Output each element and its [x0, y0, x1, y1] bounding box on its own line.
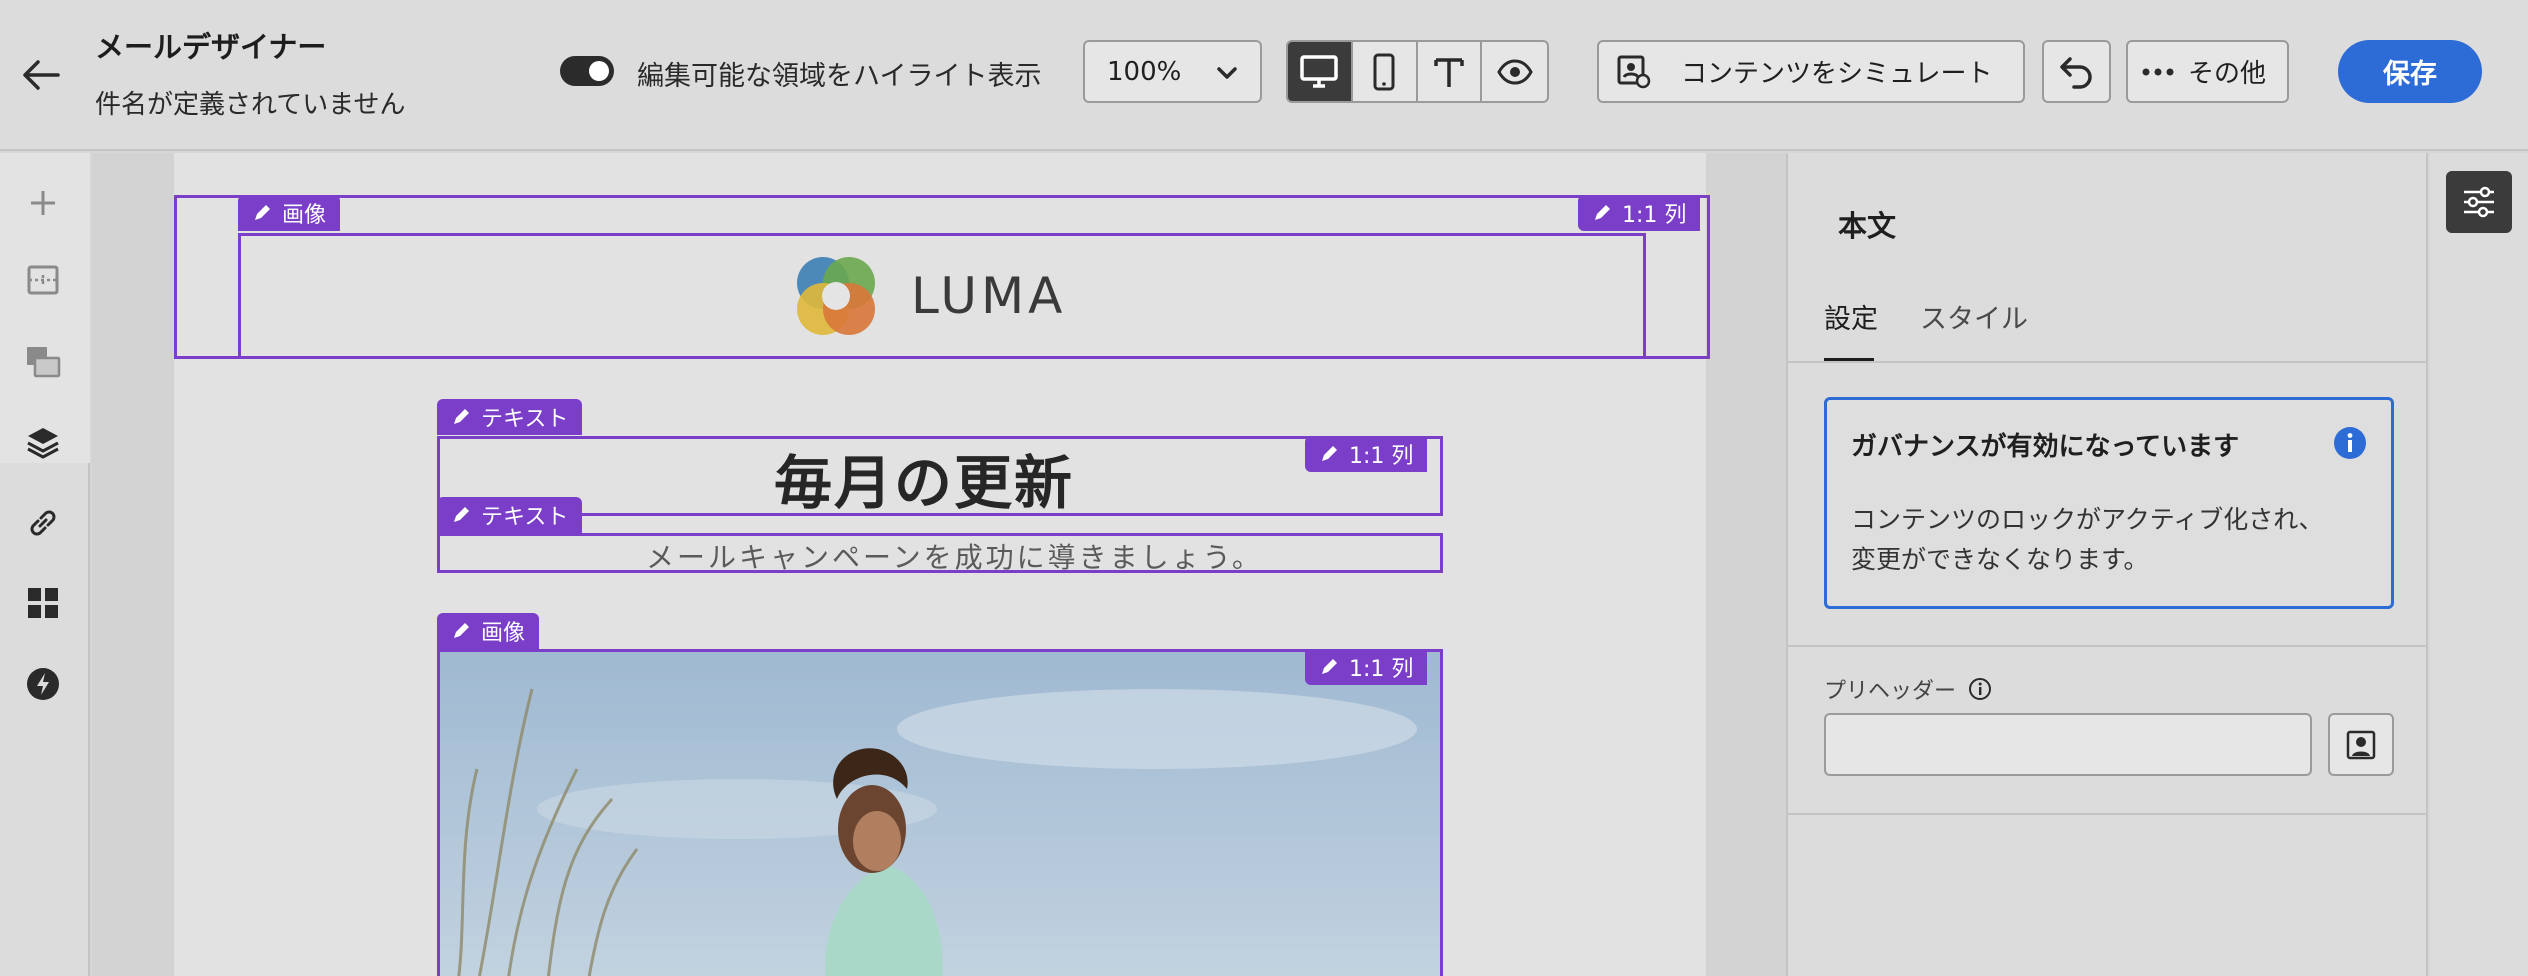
pencil-icon: [454, 507, 469, 522]
desktop-icon: [1300, 54, 1339, 88]
desktop-view-button[interactable]: [1288, 42, 1353, 101]
text-tag[interactable]: テキスト: [437, 497, 583, 533]
pencil-icon: [1595, 205, 1610, 220]
info-outline-icon: [1969, 678, 1992, 700]
tab-style[interactable]: スタイル: [1920, 297, 2028, 336]
link-icon[interactable]: [20, 500, 66, 546]
more-label: その他: [2188, 59, 2267, 89]
simulate-label: コンテンツをシミュレート: [1681, 59, 1993, 89]
personalization-button[interactable]: [2328, 713, 2394, 776]
back-arrow-icon[interactable]: [18, 52, 64, 98]
luma-logo: LUMA: [791, 251, 1066, 341]
pencil-icon: [1322, 446, 1337, 461]
preheader-input[interactable]: [1824, 713, 2312, 776]
tab-settings[interactable]: 設定: [1824, 297, 1878, 336]
structure-icon[interactable]: [20, 257, 66, 303]
more-options-button[interactable]: その他: [2126, 40, 2289, 103]
email-subline[interactable]: メールキャンペーンを成功に導きましょう。: [646, 536, 1263, 576]
app-title: メールデザイナー: [95, 30, 327, 64]
personalization-icon: [2346, 730, 2376, 759]
view-mode-group: [1286, 40, 1549, 103]
preview-button[interactable]: [1482, 42, 1547, 101]
pencil-icon: [1322, 659, 1337, 674]
sliders-icon: [2464, 186, 2494, 218]
luma-logo-icon: [797, 257, 875, 335]
column-tag[interactable]: 1:1 列: [1305, 649, 1428, 685]
info-icon: [2333, 426, 2367, 464]
assets-icon[interactable]: [20, 338, 66, 384]
column-tag[interactable]: 1:1 列: [1305, 436, 1428, 472]
text-view-button[interactable]: [1418, 42, 1483, 101]
properties-panel: 本文 設定 スタイル ガバナンスが有効になっています コンテンツのロックがアクテ…: [1786, 153, 2428, 976]
simulate-content-button[interactable]: コンテンツをシミュレート: [1597, 40, 2025, 103]
preheader-label: プリヘッダー: [1824, 673, 1992, 705]
eye-icon: [1496, 58, 1533, 85]
text-icon: [1434, 57, 1464, 87]
column-tag[interactable]: 1:1 列: [1578, 195, 1701, 231]
email-body: 画像 1:1 列 LUMA テキスト 1:1 列 毎月の更新 テキスト メールキ…: [174, 153, 1710, 976]
chevron-down-icon: [1217, 67, 1237, 79]
properties-toggle-button[interactable]: [2446, 171, 2512, 233]
governance-notice: ガバナンスが有効になっています コンテンツのロックがアクティブ化され、変更ができ…: [1824, 397, 2394, 609]
image-tag[interactable]: 画像: [238, 195, 341, 231]
governance-text: コンテンツのロックがアクティブ化され、変更ができなくなります。: [1851, 505, 2324, 574]
layers-icon[interactable]: [20, 419, 66, 465]
fragments-icon[interactable]: [20, 580, 66, 626]
top-header: メールデザイナー 件名が定義されていません 編集可能な領域をハイライト表示 10…: [0, 0, 2528, 151]
logo-text: LUMA: [911, 267, 1067, 325]
save-button[interactable]: 保存: [2338, 40, 2482, 103]
mobile-icon: [1373, 53, 1395, 90]
undo-icon: [2059, 56, 2092, 89]
panel-title: 本文: [1838, 209, 1897, 243]
email-canvas: 画像 1:1 列 LUMA テキスト 1:1 列 毎月の更新 テキスト メールキ…: [92, 153, 1786, 976]
simulate-icon: [1617, 55, 1651, 88]
ellipsis-icon: [2142, 68, 2174, 75]
mobile-view-button[interactable]: [1353, 42, 1418, 101]
highlight-toggle-label: 編集可能な領域をハイライト表示: [637, 61, 1042, 92]
email-subject: 件名が定義されていません: [95, 90, 406, 120]
governance-title: ガバナンスが有効になっています: [1851, 432, 2240, 462]
undo-button[interactable]: [2042, 40, 2111, 103]
image-tag[interactable]: 画像: [437, 613, 540, 649]
hero-image-selection: [437, 649, 1443, 976]
right-toolbar: [2430, 153, 2528, 976]
pencil-icon: [454, 409, 469, 424]
pencil-icon: [454, 623, 469, 638]
zoom-select[interactable]: 100%: [1083, 40, 1262, 103]
pencil-icon: [255, 205, 270, 220]
text-tag[interactable]: テキスト: [437, 399, 583, 435]
add-icon[interactable]: [20, 180, 66, 226]
lightning-icon[interactable]: [20, 661, 66, 707]
highlight-toggle[interactable]: [560, 56, 614, 86]
email-headline[interactable]: 毎月の更新: [774, 436, 1074, 520]
left-toolbar: [0, 153, 90, 976]
zoom-value: 100%: [1107, 56, 1182, 87]
